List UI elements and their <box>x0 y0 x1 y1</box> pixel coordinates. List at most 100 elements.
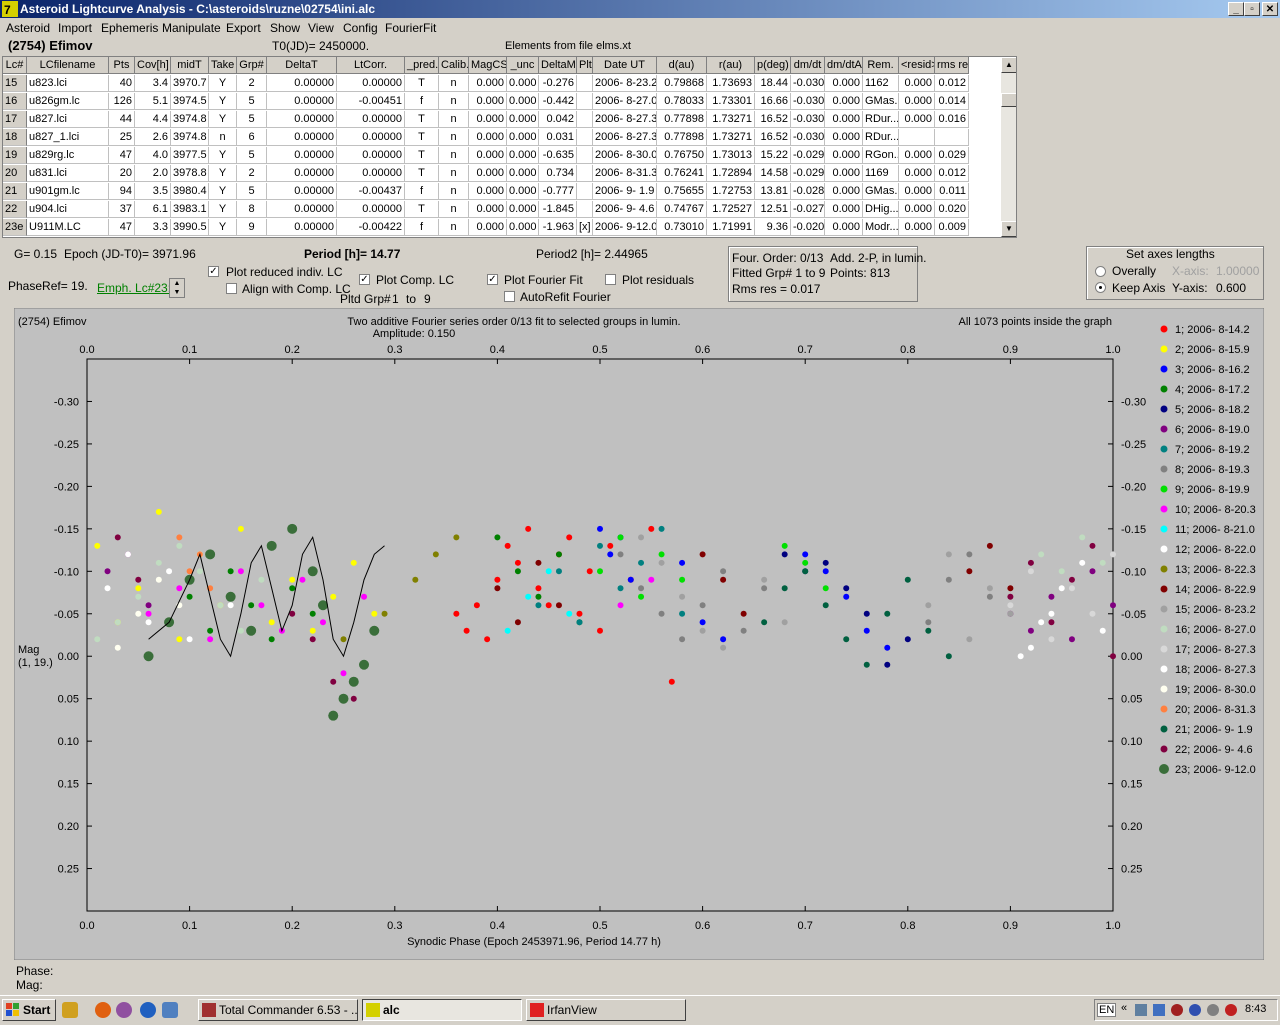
table-cell[interactable]: 0.00000 <box>337 75 405 92</box>
tray-icon-2[interactable] <box>1153 1004 1165 1016</box>
task-alc[interactable]: alc <box>362 999 522 1021</box>
table-cell[interactable]: 0.00000 <box>267 93 337 110</box>
table-cell[interactable]: 0.009 <box>935 219 969 236</box>
table-cell[interactable]: 0.000 <box>469 165 507 182</box>
table-cell[interactable]: 1.72527 <box>707 201 755 218</box>
table-cell[interactable]: 2.0 <box>135 165 171 182</box>
table-cell[interactable]: 4.0 <box>135 147 171 164</box>
table-cell[interactable]: 0.76750 <box>657 147 707 164</box>
table-cell[interactable]: RDur... <box>863 111 899 128</box>
table-cell[interactable]: 0.000 <box>825 129 863 146</box>
table-cell[interactable] <box>577 111 593 128</box>
table-cell[interactable]: -1.963 <box>539 219 577 236</box>
table-cell[interactable]: 0.000 <box>469 111 507 128</box>
column-header[interactable]: d(au) <box>657 57 707 74</box>
column-header[interactable]: _pred. <box>405 57 439 74</box>
table-cell[interactable]: RGon.. <box>863 147 899 164</box>
table-cell[interactable]: 2006- 8-31.3 <box>593 165 657 182</box>
table-cell[interactable]: 0.00000 <box>337 111 405 128</box>
table-cell[interactable]: 37 <box>109 201 135 218</box>
column-header[interactable]: LCfilename <box>27 57 109 74</box>
table-cell[interactable]: -0.00422 <box>337 219 405 236</box>
table-cell[interactable]: 0.00000 <box>267 219 337 236</box>
table-cell[interactable]: 0.000 <box>469 219 507 236</box>
table-cell[interactable]: 0.000 <box>507 219 539 236</box>
column-header[interactable]: Calib. <box>439 57 469 74</box>
table-cell[interactable]: 13.81 <box>755 183 791 200</box>
table-cell[interactable]: 5 <box>237 183 267 200</box>
table-cell[interactable]: 3974.8 <box>171 111 209 128</box>
table-cell[interactable]: -0.027 <box>791 201 825 218</box>
table-cell[interactable]: Y <box>209 147 237 164</box>
table-cell[interactable]: Y <box>209 183 237 200</box>
column-header[interactable]: rms res <box>935 57 969 74</box>
firefox-icon[interactable] <box>95 1002 111 1018</box>
table-cell[interactable]: u823.lci <box>27 75 109 92</box>
table-cell[interactable]: 0.00000 <box>337 129 405 146</box>
column-header[interactable]: Take <box>209 57 237 74</box>
table-cell[interactable]: 0.00000 <box>337 165 405 182</box>
start-button[interactable]: Start <box>2 999 56 1021</box>
table-cell[interactable]: 47 <box>109 219 135 236</box>
menu-config[interactable]: Config <box>343 21 378 35</box>
keep-axis-radio[interactable] <box>1095 282 1106 293</box>
table-cell[interactable]: 3980.4 <box>171 183 209 200</box>
table-cell[interactable]: 16.66 <box>755 93 791 110</box>
column-header[interactable]: DeltaM <box>539 57 577 74</box>
table-cell[interactable]: 5.1 <box>135 93 171 110</box>
table-cell[interactable]: 0.029 <box>935 147 969 164</box>
column-header[interactable]: MagCS <box>469 57 507 74</box>
table-cell[interactable]: 18.44 <box>755 75 791 92</box>
menu-export[interactable]: Export <box>226 21 261 35</box>
table-cell[interactable]: GMas.. <box>863 183 899 200</box>
table-cell[interactable]: -0.030 <box>791 93 825 110</box>
table-cell[interactable]: 0.75655 <box>657 183 707 200</box>
table-cell[interactable]: n <box>209 129 237 146</box>
table-cell[interactable]: n <box>439 147 469 164</box>
table-cell[interactable]: 2 <box>237 75 267 92</box>
table-cell[interactable]: 18 <box>3 129 27 146</box>
table-cell[interactable]: Y <box>209 75 237 92</box>
table-cell[interactable]: u827.lci <box>27 111 109 128</box>
table-cell[interactable]: 14.58 <box>755 165 791 182</box>
table-cell[interactable]: 3970.7 <box>171 75 209 92</box>
column-header[interactable]: Lc# <box>3 57 27 74</box>
table-cell[interactable] <box>577 75 593 92</box>
table-cell[interactable]: n <box>439 111 469 128</box>
table-cell[interactable]: 0.031 <box>539 129 577 146</box>
table-cell[interactable]: RDur... <box>863 129 899 146</box>
xaxis-value[interactable]: 1.00000 <box>1216 264 1259 278</box>
table-cell[interactable]: 3.5 <box>135 183 171 200</box>
desktop-icon[interactable] <box>62 1002 78 1018</box>
table-cell[interactable]: 16.52 <box>755 111 791 128</box>
table-cell[interactable]: n <box>439 201 469 218</box>
table-cell[interactable]: -0.00437 <box>337 183 405 200</box>
column-header[interactable]: dm/dt <box>791 57 825 74</box>
column-header[interactable]: midT <box>171 57 209 74</box>
table-cell[interactable]: 0.74767 <box>657 201 707 218</box>
table-cell[interactable]: 0.000 <box>825 147 863 164</box>
table-cell[interactable]: 3974.5 <box>171 93 209 110</box>
lightcurve-plot[interactable]: (2754) Efimov Two additive Fourier serie… <box>14 308 1264 960</box>
table-cell[interactable]: 0.000 <box>825 111 863 128</box>
table-cell[interactable]: 1.72753 <box>707 183 755 200</box>
task-totalcmd[interactable]: Total Commander 6.53 - ... <box>198 999 358 1021</box>
table-cell[interactable] <box>899 129 935 146</box>
table-cell[interactable]: 0.011 <box>935 183 969 200</box>
table-cell[interactable]: 3977.5 <box>171 147 209 164</box>
table-cell[interactable]: n <box>439 219 469 236</box>
table-cell[interactable]: 1.73693 <box>707 75 755 92</box>
table-cell[interactable]: 0.76241 <box>657 165 707 182</box>
column-header[interactable]: Grp# <box>237 57 267 74</box>
table-cell[interactable]: 0.042 <box>539 111 577 128</box>
period2-value[interactable]: Period2 [h]= 2.44965 <box>536 247 648 261</box>
menu-fourierfit[interactable]: FourierFit <box>385 21 436 35</box>
table-cell[interactable]: 5 <box>237 147 267 164</box>
table-cell[interactable]: 0.000 <box>507 165 539 182</box>
plot-residuals-checkbox[interactable] <box>605 274 616 285</box>
table-cell[interactable]: [x] <box>577 219 593 236</box>
table-cell[interactable]: 0.000 <box>899 93 935 110</box>
table-scrollbar[interactable]: ▲ ▼ <box>1001 57 1016 237</box>
table-cell[interactable]: u829rg.lc <box>27 147 109 164</box>
table-cell[interactable]: u826gm.lc <box>27 93 109 110</box>
